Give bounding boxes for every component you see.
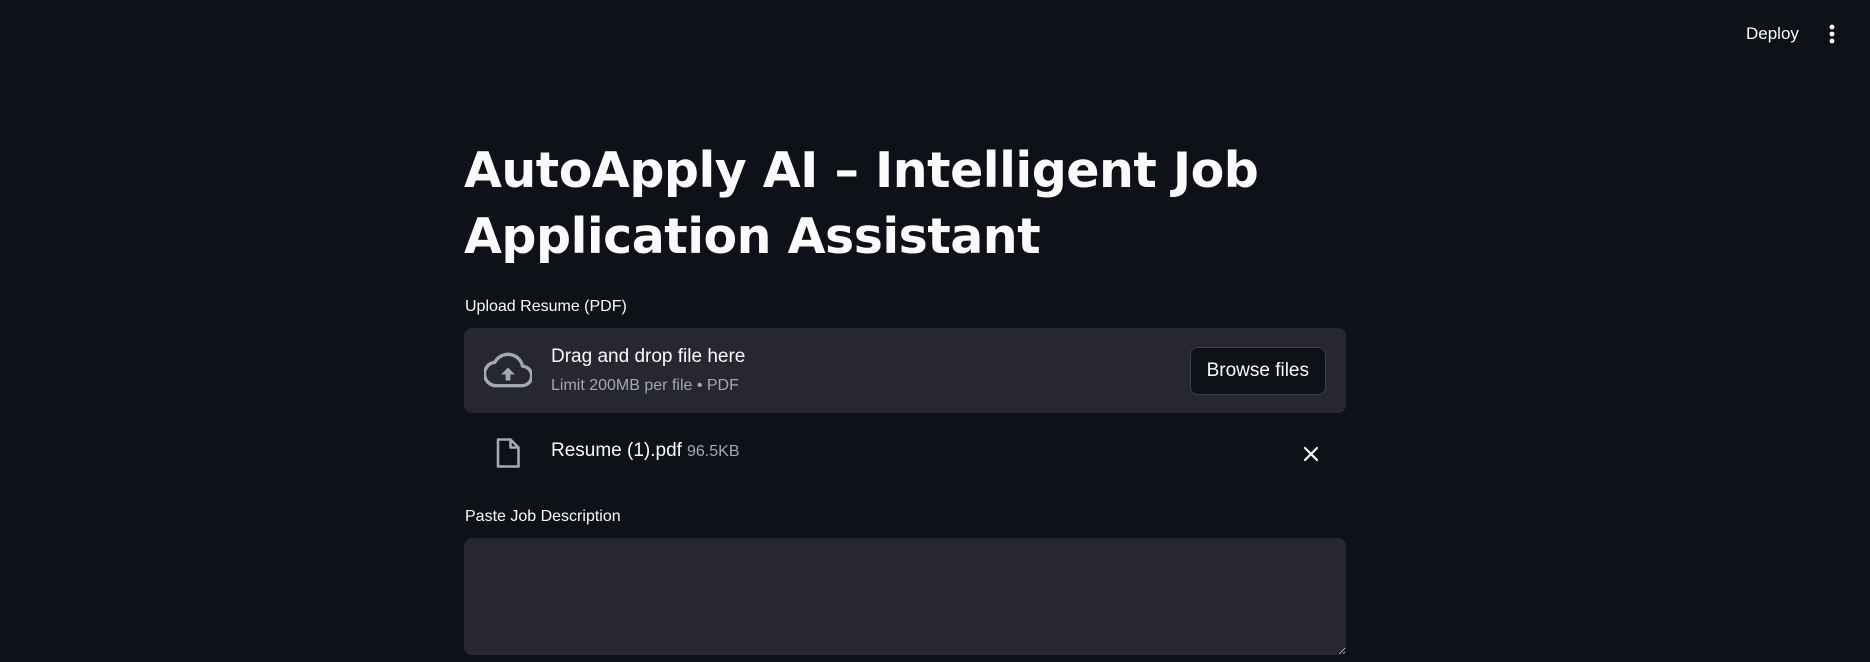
job-description-input[interactable] xyxy=(464,538,1346,655)
vertical-ellipsis-icon xyxy=(1829,24,1835,44)
uploaded-file-item: Resume (1).pdf 96.5KB xyxy=(464,430,1346,476)
main-menu-button[interactable] xyxy=(1816,20,1848,48)
deploy-button[interactable]: Deploy xyxy=(1734,20,1811,48)
browse-files-button[interactable]: Browse files xyxy=(1189,347,1326,395)
upload-resume-label: Upload Resume (PDF) xyxy=(465,298,627,315)
dropzone-limit-text: Limit 200MB per file • PDF xyxy=(551,377,739,394)
uploaded-file-size: 96.5KB xyxy=(687,443,740,460)
uploaded-file-name: Resume (1).pdf xyxy=(551,440,682,461)
remove-file-button[interactable] xyxy=(1300,443,1322,465)
page-title: AutoApply AI – Intelligent Job Applicati… xyxy=(464,142,1259,265)
close-icon xyxy=(1303,446,1319,462)
file-icon xyxy=(496,438,520,468)
job-description-label: Paste Job Description xyxy=(465,508,621,525)
file-dropzone[interactable]: Drag and drop file here Limit 200MB per … xyxy=(464,328,1346,413)
dropzone-title: Drag and drop file here xyxy=(551,346,746,367)
app-page: Deploy AutoApply AI – Intelligent Job Ap… xyxy=(0,0,1870,662)
app-header: Deploy xyxy=(0,0,1870,68)
cloud-upload-icon xyxy=(484,352,532,388)
